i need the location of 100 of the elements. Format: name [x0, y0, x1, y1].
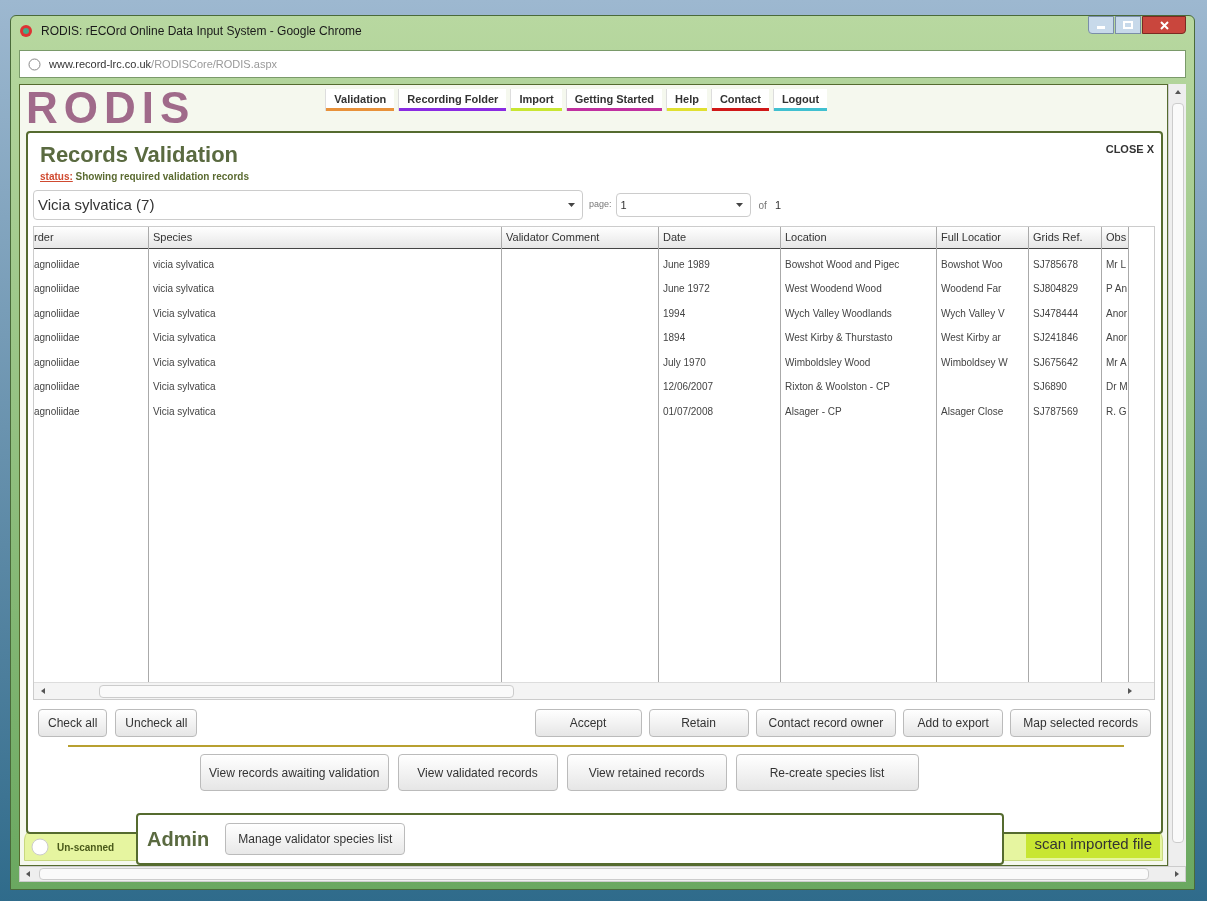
table-cell-text: P An	[1106, 282, 1127, 297]
table-cell-text: SJ478444	[1033, 306, 1079, 321]
table-cell-text: agnoliidae	[34, 380, 80, 395]
column-header[interactable]: Species	[149, 227, 501, 249]
action-button[interactable]: Contact record owner	[755, 709, 897, 737]
window-title: RODIS: rECOrd Online Data Input System - Google Chrome	[41, 23, 362, 40]
column-header[interactable]: Validator Comment	[502, 227, 658, 249]
nav-tab[interactable]: Recording Folder	[398, 89, 507, 111]
view-button[interactable]: View validated records	[397, 754, 558, 791]
table-cell-text: Woodend Far	[941, 282, 1002, 297]
table-cell-text: SJ6890	[1033, 380, 1067, 395]
of-label: of	[758, 198, 767, 213]
table-cell-text: SJ675642	[1033, 355, 1079, 370]
nav-tab[interactable]: Logout	[772, 89, 828, 111]
table-cell-text: Vicia sylvatica	[153, 331, 216, 346]
page-horizontal-scrollbar[interactable]	[19, 866, 1186, 882]
nav-tab[interactable]: Contact	[710, 89, 769, 111]
scrollbar-thumb[interactable]	[99, 684, 514, 698]
view-button[interactable]: View retained records	[566, 754, 727, 791]
nav-tab[interactable]: Import	[510, 89, 562, 111]
table-cell-text: agnoliidae	[34, 306, 80, 321]
table-cell-text: June 1972	[663, 282, 710, 297]
manage-species-list-button[interactable]: Manage validator species list	[225, 823, 406, 855]
table-cell-text: West Kirby & Thurstasto	[785, 331, 893, 346]
column-header[interactable]: Location	[781, 227, 936, 249]
action-button[interactable]: Uncheck all	[115, 709, 198, 737]
table-cell-text: Vicia sylvatica	[153, 404, 216, 419]
table-cell-text: SJ787569	[1033, 404, 1079, 419]
table-cell-text: Wimboldsley Wood	[785, 355, 871, 370]
table-cell-text: agnoliidae	[34, 404, 80, 419]
circle-icon	[31, 838, 49, 856]
table-cell-text: Rixton & Woolston - CP	[785, 380, 890, 395]
column-header[interactable]: Grids Ref.	[1029, 227, 1101, 249]
action-button[interactable]: Map selected records	[1010, 709, 1151, 737]
table-cell-text: vicia sylvatica	[153, 282, 215, 297]
globe-icon	[28, 57, 41, 71]
action-button[interactable]: Add to export	[903, 709, 1004, 737]
column-header[interactable]: rder	[34, 227, 148, 249]
table-cell-text: West Kirby ar	[941, 331, 1001, 346]
close-link[interactable]: CLOSE X	[1105, 141, 1156, 158]
unscanned-label: Un-scanned	[57, 840, 115, 855]
action-button[interactable]: Accept	[534, 709, 642, 737]
minimize-icon	[1097, 26, 1105, 29]
action-button[interactable]: Check all	[38, 709, 108, 737]
view-button[interactable]: View records awaiting validation	[200, 754, 389, 791]
table-cell-text: 1894	[663, 331, 686, 346]
table-cell-text: Vicia sylvatica	[153, 355, 216, 370]
table-cell-text: agnoliidae	[34, 355, 80, 370]
table-cell-text: Wych Valley V	[941, 306, 1005, 321]
table-cell-text: Anor	[1106, 306, 1128, 321]
column-header[interactable]: Obs	[1102, 227, 1128, 249]
action-button[interactable]: Retain	[648, 709, 749, 737]
url-path: /RODISCore/RODIS.aspx	[151, 57, 277, 70]
table-cell-text: SJ804829	[1033, 282, 1079, 297]
scrollbar-thumb[interactable]	[39, 868, 1149, 880]
table-cell-text: West Woodend Wood	[785, 282, 882, 297]
table-cell-text: 1994	[663, 306, 686, 321]
caret-icon	[735, 203, 743, 207]
close-button[interactable]	[1142, 16, 1186, 34]
minimize-button[interactable]	[1088, 16, 1114, 34]
table-cell-text: vicia sylvatica	[153, 257, 215, 272]
status-label: status:	[40, 171, 73, 182]
view-button[interactable]: Re-create species list	[735, 754, 919, 791]
url-host: www.record-lrc.co.uk	[49, 57, 152, 70]
address-bar[interactable]: www.record-lrc.co.uk/RODISCore/RODIS.aspx	[19, 50, 1186, 78]
horizontal-scrollbar[interactable]	[34, 682, 1154, 699]
vertical-scrollbar[interactable]	[1168, 84, 1186, 866]
table-cell-text: Mr A	[1106, 355, 1127, 370]
admin-title: Admin	[147, 827, 210, 852]
dialog-title: Records Validation	[40, 141, 240, 169]
table-cell-text: agnoliidae	[34, 257, 80, 272]
page-dropdown[interactable]: 1	[615, 193, 751, 217]
table-cell-text: R. G	[1106, 404, 1127, 419]
table-cell-text: Alsager - CP	[785, 404, 842, 419]
scrollbar-thumb[interactable]	[1171, 103, 1184, 843]
nav-tab[interactable]: Validation	[325, 89, 395, 111]
close-icon	[1159, 20, 1169, 30]
page-count: 1	[774, 197, 781, 213]
nav-tab[interactable]: Getting Started	[565, 89, 663, 111]
table-cell-text: Anor	[1106, 331, 1128, 346]
column-header[interactable]: Date	[659, 227, 780, 249]
table-cell-text: June 1989	[663, 257, 710, 272]
caret-icon	[568, 203, 575, 207]
column-header[interactable]: Full Locatior	[937, 227, 1028, 249]
table-cell-text: Alsager Close	[941, 404, 1004, 419]
table-cell-text: July 1970	[663, 355, 706, 370]
table-cell-text: SJ785678	[1033, 257, 1079, 272]
table-cell-text: Mr L	[1106, 257, 1126, 272]
table-cell-text: SJ241846	[1033, 331, 1079, 346]
table-cell-text: Dr M	[1106, 380, 1128, 395]
table-cell-text: Wimboldsey W	[941, 355, 1008, 370]
maximize-icon	[1123, 21, 1133, 29]
nav-tab[interactable]: Help	[666, 89, 707, 111]
browser-logo-icon	[19, 24, 33, 38]
maximize-button[interactable]	[1115, 16, 1141, 34]
table-cell-text: 01/07/2008	[663, 404, 714, 419]
table-cell-text: Wych Valley Woodlands	[785, 306, 892, 321]
species-dropdown[interactable]: Vicia sylvatica (7)	[33, 190, 583, 220]
table-cell-text: agnoliidae	[34, 331, 80, 346]
table-cell-text: Vicia sylvatica	[153, 306, 216, 321]
